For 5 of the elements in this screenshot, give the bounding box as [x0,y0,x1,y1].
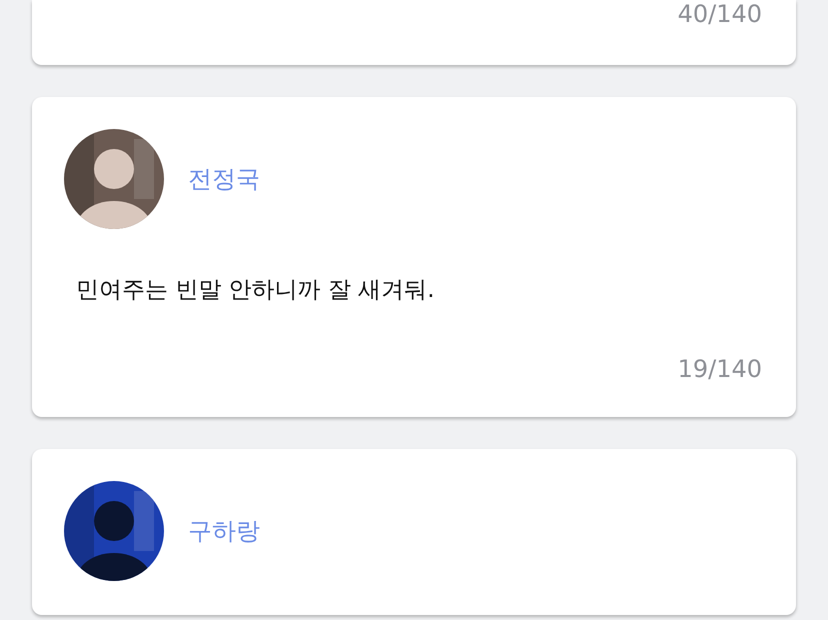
message-text: 민여주는 빈말 안하니까 잘 새겨둬. [76,276,436,305]
character-counter: 40/140 [676,0,762,28]
character-counter: 19/140 [676,355,762,383]
author-name[interactable]: 구하랑 [188,515,260,547]
author-name[interactable]: 전정국 [188,163,260,195]
